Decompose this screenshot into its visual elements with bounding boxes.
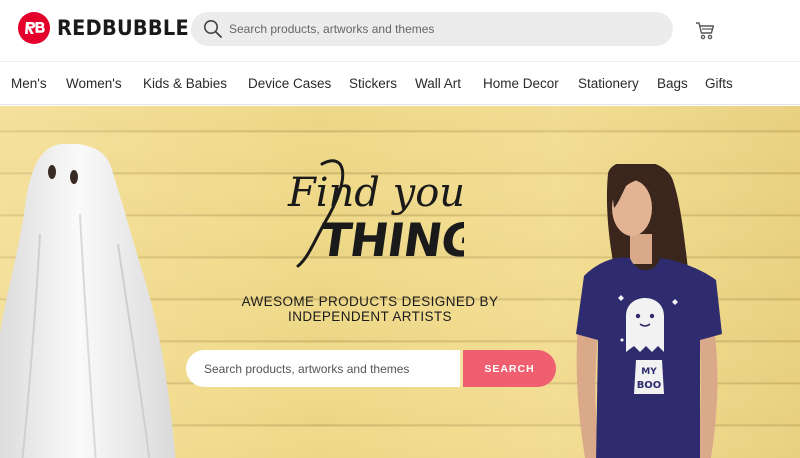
header-search-input[interactable] — [229, 22, 649, 36]
hero-search-input[interactable] — [186, 350, 460, 387]
nav-item-home-decor[interactable]: Home Decor — [483, 76, 559, 91]
nav-item-device-cases[interactable]: Device Cases — [248, 76, 331, 91]
find-your-thing-tagline: Find your THING — [287, 159, 464, 268]
search-icon[interactable] — [203, 19, 223, 39]
header-search-bar[interactable] — [191, 12, 673, 46]
tagline-line2: THING — [316, 213, 464, 267]
site-header: REDBUBBLE — [0, 0, 800, 60]
shirt-text-my: MY — [641, 367, 657, 377]
nav-item-kids-babies[interactable]: Kids & Babies — [143, 76, 227, 91]
nav-item-bags[interactable]: Bags — [657, 76, 688, 91]
hero-search-bar[interactable]: SEARCH — [186, 350, 556, 387]
hero-banner: Find your THING AWESOME PRODUCTS DESIGNE… — [0, 106, 800, 458]
redbubble-logo-icon — [18, 12, 50, 44]
logo-text: REDBUBBLE — [57, 16, 189, 40]
nav-item-wall-art[interactable]: Wall Art — [415, 76, 461, 91]
hero-subtitle: AWESOME PRODUCTS DESIGNED BY INDEPENDENT… — [210, 294, 530, 324]
nav-item-womens[interactable]: Women's — [66, 76, 122, 91]
nav-item-stickers[interactable]: Stickers — [349, 76, 397, 91]
hero-search-button[interactable]: SEARCH — [463, 350, 556, 387]
nav-item-mens[interactable]: Men's — [11, 76, 47, 91]
redbubble-logo[interactable]: REDBUBBLE — [18, 12, 200, 44]
subtitle-line1: AWESOME PRODUCTS DESIGNED BY — [241, 294, 499, 309]
nav-item-gifts[interactable]: Gifts — [705, 76, 733, 91]
category-nav: Men's Women's Kids & Babies Device Cases… — [0, 61, 800, 105]
ghost-figure — [0, 144, 176, 458]
nav-item-stationery[interactable]: Stationery — [578, 76, 639, 91]
cart-icon[interactable] — [694, 19, 716, 41]
tagline-line1: Find your — [287, 170, 464, 216]
shirt-text-boo: BOO — [637, 380, 662, 391]
model-wearing-tshirt: MY BOO — [576, 164, 722, 458]
subtitle-line2: INDEPENDENT ARTISTS — [288, 309, 452, 324]
